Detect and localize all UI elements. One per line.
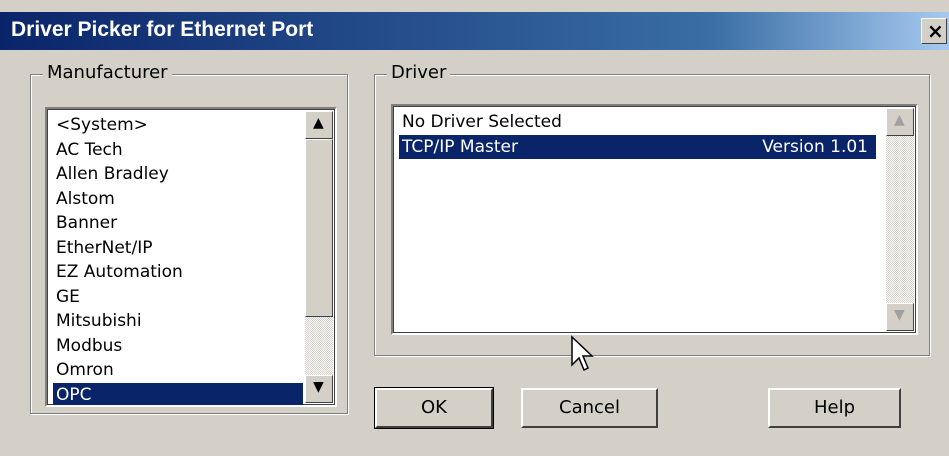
help-button[interactable]: Help [768,388,901,428]
mouse-cursor-icon [571,335,594,372]
list-item[interactable]: Mitsubishi [53,309,303,334]
driver-list[interactable]: No Driver Selected TCP/IP Master Version 1… [391,104,918,335]
scroll-down-button[interactable]: ▼ [305,375,333,403]
arrow-down-icon: ▼ [313,379,324,395]
arrow-up-icon: ▲ [313,115,324,131]
list-item[interactable]: EZ Automation [53,260,303,285]
list-item[interactable]: OPC [53,382,303,405]
window-title: Driver Picker for Ethernet Port [11,18,314,41]
driver-name: TCP/IP Master [402,136,518,157]
list-item[interactable]: GE [53,285,303,310]
list-item[interactable]: No Driver Selected [399,110,876,135]
driver-group-label: Driver [387,62,451,83]
list-item[interactable]: Allen Bradley [53,162,303,187]
manufacturer-scrollbar[interactable]: ▲ ▼ [305,111,333,403]
title-bar[interactable]: Driver Picker for Ethernet Port × [0,12,949,50]
list-item[interactable]: Alstom [53,187,303,212]
arrow-up-icon: ▲ [894,112,905,128]
list-item[interactable]: <System> [53,113,303,138]
arrow-down-icon: ▼ [894,307,905,323]
list-item[interactable]: TCP/IP Master Version 1.01 [399,134,876,159]
close-icon: × [927,19,944,43]
list-item[interactable]: Omron [53,358,303,383]
list-item[interactable]: Modbus [53,334,303,359]
list-item[interactable]: EtherNet/IP [53,236,303,261]
scroll-up-button[interactable]: ▲ [886,108,914,136]
list-item[interactable]: Banner [53,211,303,236]
driver-items: No Driver Selected TCP/IP Master Version 1… [399,110,876,159]
cancel-button[interactable]: Cancel [521,388,658,428]
manufacturer-group-label: Manufacturer [43,62,172,83]
driver-picker-dialog: Driver Picker for Ethernet Port × Manufa… [0,0,949,456]
scroll-up-button[interactable]: ▲ [305,111,333,139]
scroll-thumb[interactable] [305,139,333,317]
close-button[interactable]: × [921,18,947,44]
list-item[interactable]: AC Tech [53,138,303,163]
driver-version: Version 1.01 [762,136,868,157]
driver-name: No Driver Selected [402,112,562,132]
scroll-down-button[interactable]: ▼ [886,303,914,331]
manufacturer-list[interactable]: <System> AC Tech Allen Bradley Alstom Banner… [45,107,337,407]
manufacturer-items: <System> AC Tech Allen Bradley Alstom Banner… [53,113,303,405]
ok-button[interactable]: OK [374,387,494,429]
driver-scrollbar[interactable]: ▲ ▼ [886,108,914,331]
